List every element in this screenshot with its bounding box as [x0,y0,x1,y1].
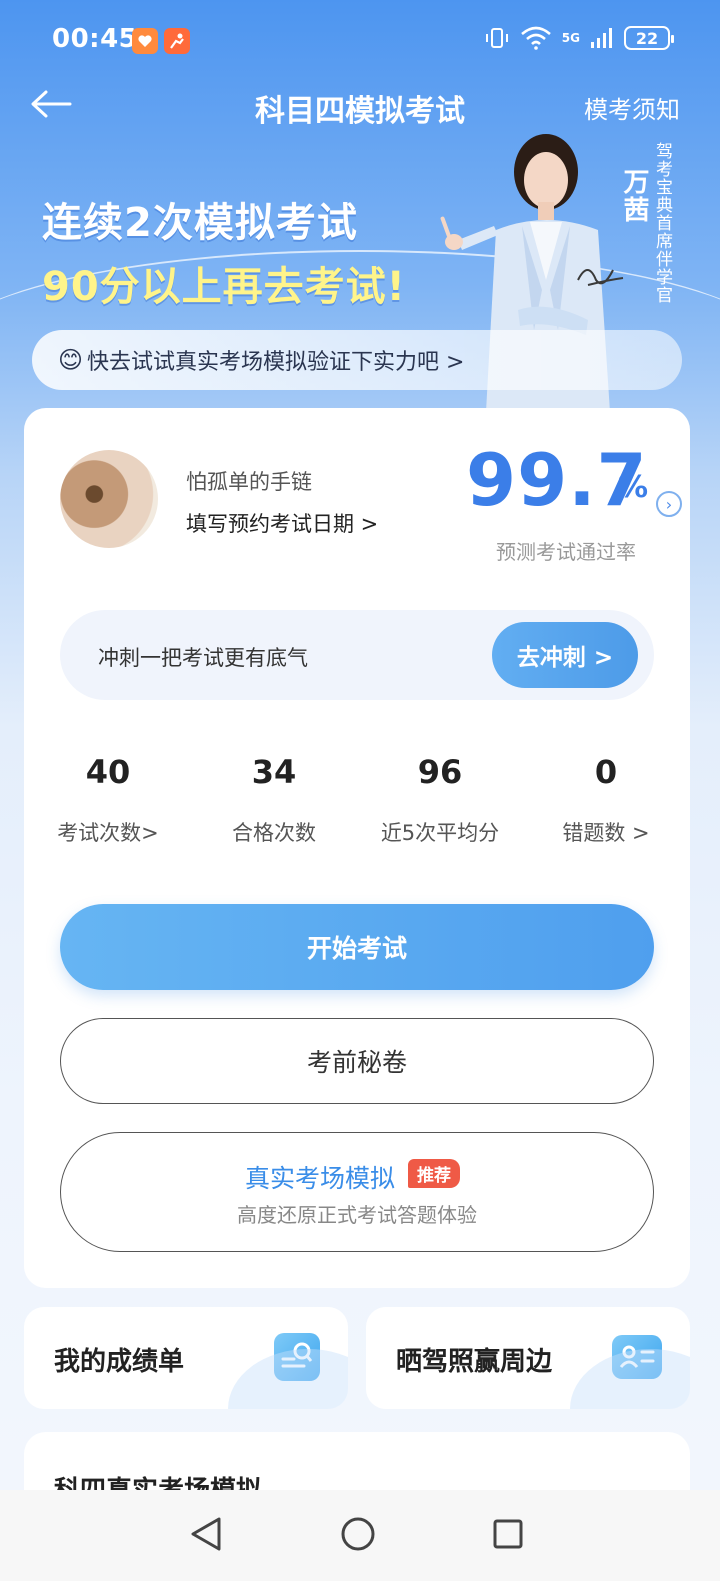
exam-date-link[interactable]: 填写预约考试日期 > [186,508,378,538]
sprint-banner: 冲刺一把考试更有底气 去冲刺 > [60,610,654,700]
status-time: 00:45 [52,24,138,54]
network-type: 5G [561,31,580,45]
banner-headline: 连续2次模拟考试 [42,200,358,246]
real-exam-tip-banner[interactable]: 😊 快去试试真实考场模拟验证下实力吧 > [32,330,682,390]
stat-label: 近5次平均分 [380,821,500,845]
circle-home-icon [341,1517,375,1551]
stat-value: 96 [417,753,463,791]
my-scores-label: 我的成绩单 [54,1347,185,1377]
show-license-label: 晒驾照赢周边 [396,1347,553,1377]
recommend-badge: 推荐 [408,1159,460,1188]
username: 怕孤单的手链 [186,470,312,494]
system-home-button[interactable] [336,1512,380,1556]
show-license-card[interactable]: 晒驾照赢周边 [366,1307,690,1409]
presenter-title: 驾考宝典首席伴学官 [652,142,672,304]
real-exam-title: 真实考场模拟 [245,1164,396,1193]
stat-label: 考试次数> [57,821,159,845]
stat-pass-count: 34 合格次数 [194,753,354,847]
start-exam-button[interactable]: 开始考试 [60,904,654,990]
stat-wrong-count[interactable]: 0 错题数 > [526,753,686,847]
stat-value: 0 [594,753,618,791]
secret-paper-button[interactable]: 考前秘卷 [60,1018,654,1104]
license-card-icon [612,1335,662,1379]
system-back-button[interactable] [184,1512,228,1556]
battery-indicator: 22 [624,26,674,50]
stat-label: 错题数 > [562,821,650,845]
sprint-button[interactable]: 去冲刺 > [492,622,638,688]
pass-rate-label: 预测考试通过率 [496,540,636,564]
exam-notice-link[interactable]: 模考须知 [584,90,680,125]
nav-bar: 科目四模拟考试 模考须知 [0,80,720,130]
pass-rate-unit: % [618,470,649,505]
status-indicators: 5G 22 [484,26,674,50]
smile-emoji-icon: 😊 [58,346,84,374]
fitness-app-icon [164,28,190,54]
chevron-right-icon[interactable]: › [656,491,682,517]
stat-average-score: 96 近5次平均分 [360,753,520,847]
stat-value: 34 [251,753,297,791]
triangle-back-icon [191,1517,221,1551]
real-exam-simulation-button[interactable]: 真实考场模拟 推荐 高度还原正式考试答题体验 [60,1132,654,1252]
stat-value: 40 [85,753,131,791]
system-navigation-bar [0,1490,720,1581]
health-app-icon [132,28,158,54]
exam-screen: 00:45 5G 22 科目四模拟考试 模考须知 连续2次模拟考试 90分以上再… [0,0,720,1581]
score-report-icon [274,1333,320,1381]
avatar[interactable] [60,450,158,548]
stat-label: 合格次数 [232,821,316,845]
stat-exam-count[interactable]: 40 考试次数> [28,753,188,847]
vibrate-icon [485,28,508,48]
tip-text: 快去试试真实考场模拟验证下实力吧 > [87,350,465,375]
real-exam-subtitle: 高度还原正式考试答题体验 [237,1203,477,1227]
exam-stats: 40 考试次数> 34 合格次数 96 近5次平均分 0 错题数 > [24,753,690,863]
status-bar: 00:45 5G 22 [0,0,720,80]
signal-icon [591,28,612,48]
presenter-name: 万茜 [619,168,649,224]
sprint-text: 冲刺一把考试更有底气 [98,646,308,670]
exam-summary-card: 怕孤单的手链 填写预约考试日期 > 99.7 % › 预测考试通过率 冲刺一把考… [24,408,690,1288]
banner-subheadline: 90分以上再去考试! [42,264,406,310]
system-recents-button[interactable] [486,1512,530,1556]
my-scores-card[interactable]: 我的成绩单 [24,1307,348,1409]
wifi-icon [520,26,551,50]
square-recents-icon [493,1519,523,1549]
